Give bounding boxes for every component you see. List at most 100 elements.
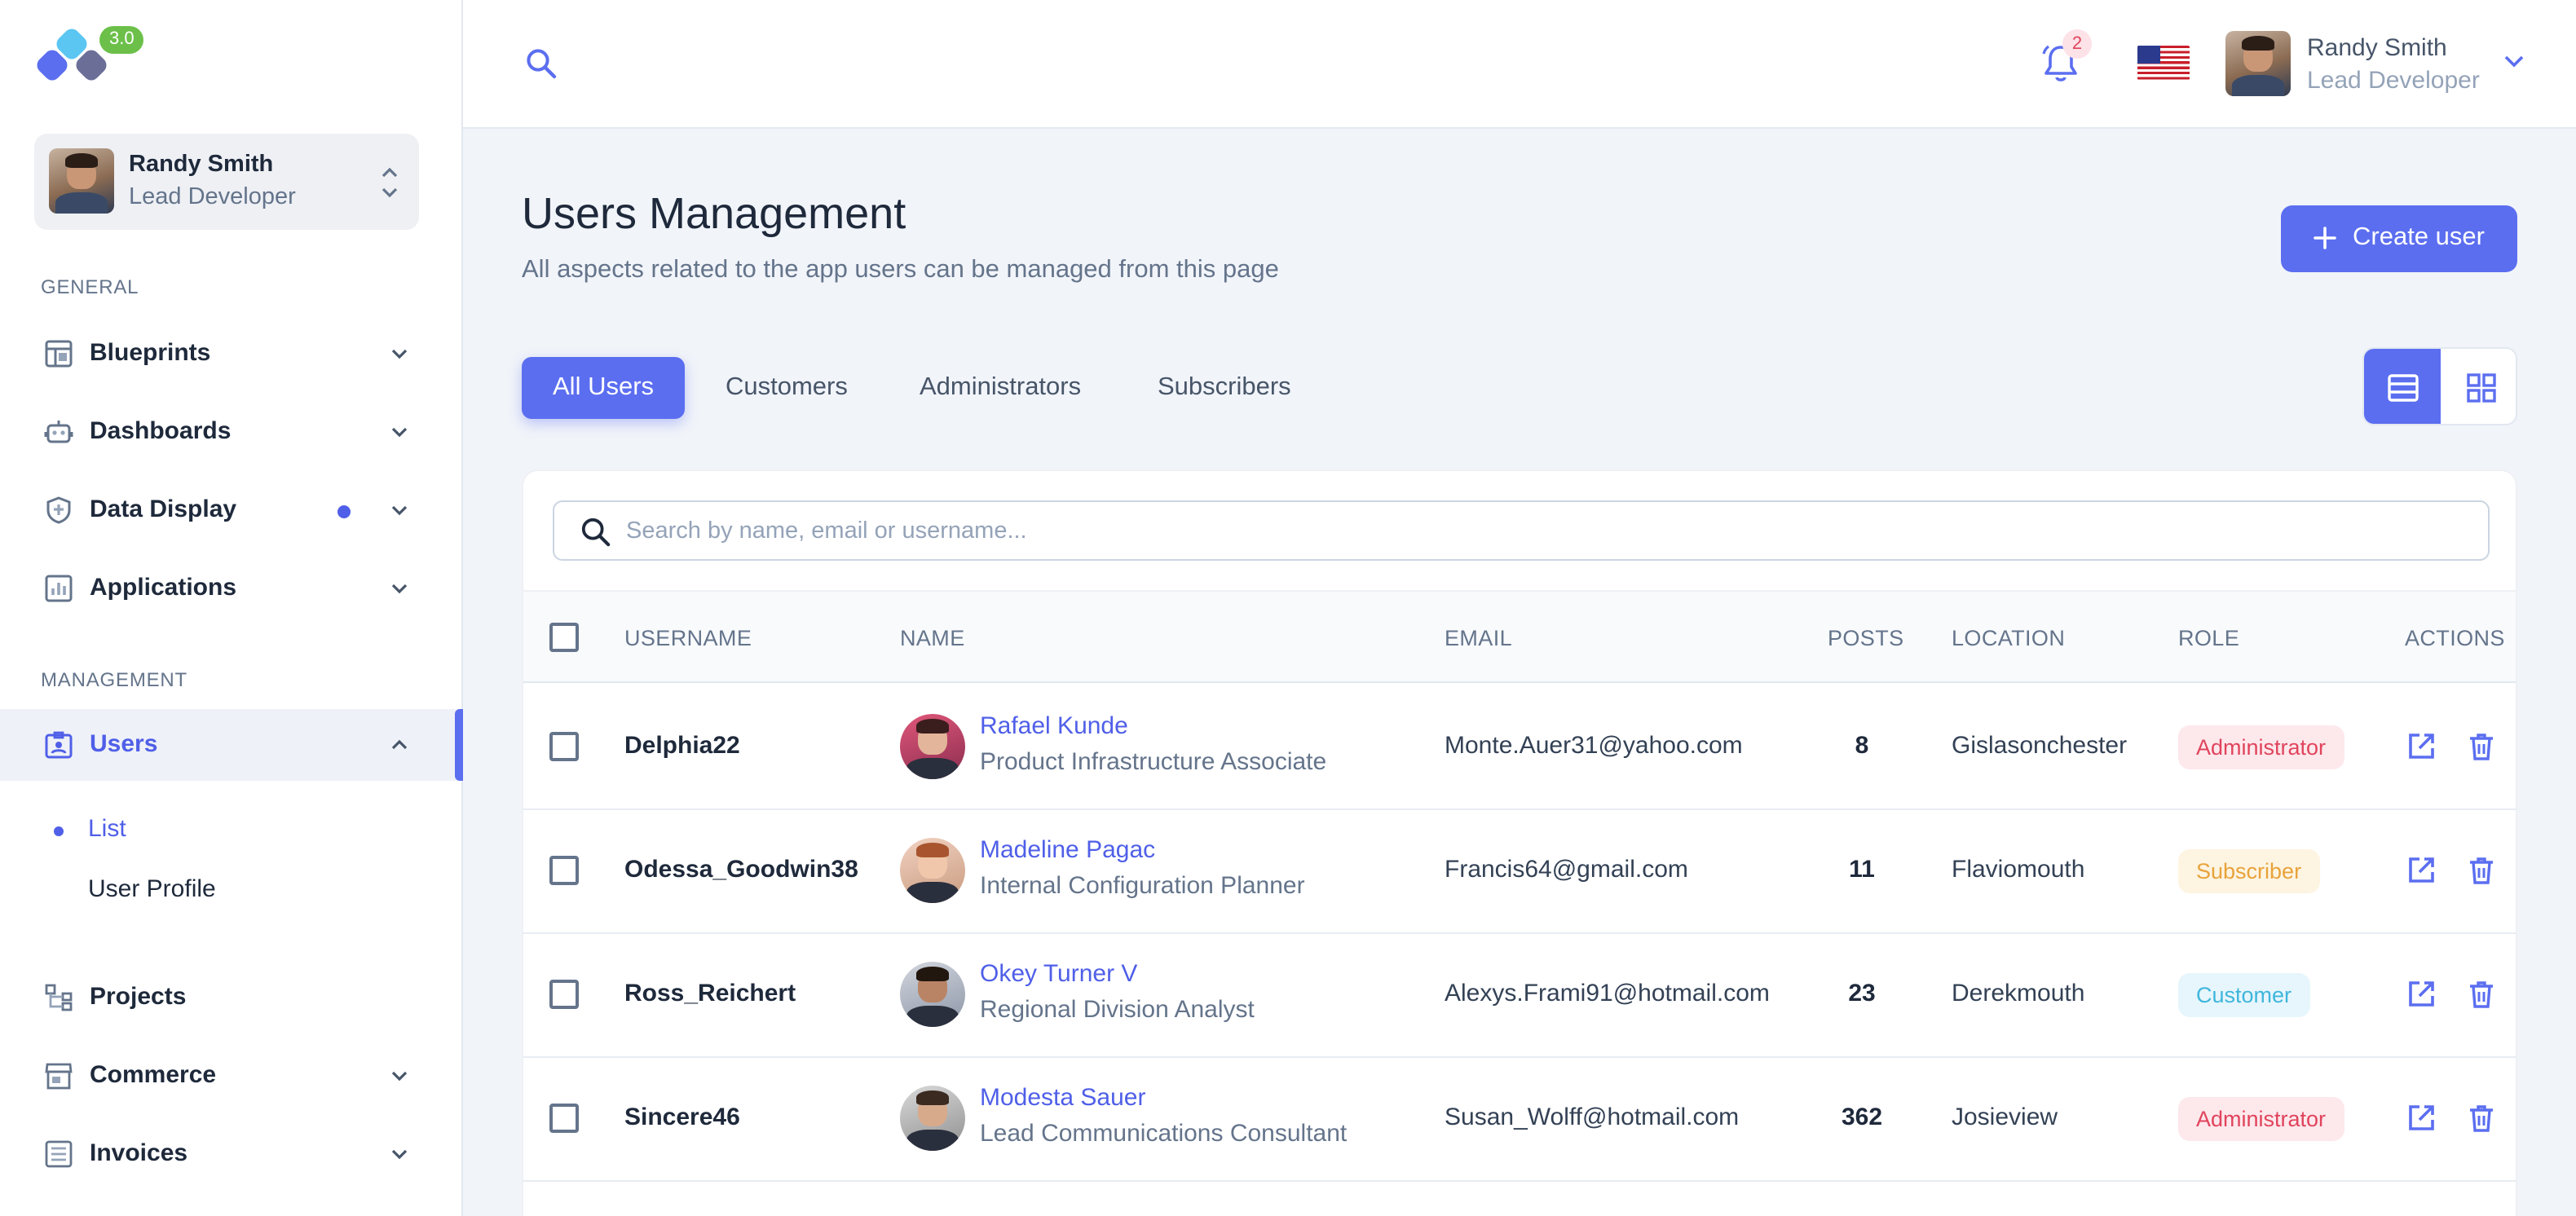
row-checkbox[interactable]: [549, 856, 579, 885]
create-user-label: Create user: [2353, 223, 2485, 251]
us-flag-icon[interactable]: [2137, 46, 2190, 80]
cell-job-title: Regional Division Analyst: [980, 996, 1255, 1024]
cell-location: Gislasonchester: [1952, 732, 2128, 760]
tab-customers[interactable]: Customers: [726, 357, 848, 419]
grid-view-icon: [2467, 373, 2496, 403]
cell-name-link[interactable]: Rafael Kunde: [980, 712, 1128, 740]
sidebar-item-label: Blueprints: [90, 339, 211, 367]
sidebar-item-dashboards[interactable]: Dashboards: [0, 396, 463, 468]
cell-posts: 362: [1841, 1104, 1883, 1131]
open-external-icon[interactable]: [2405, 978, 2437, 1011]
open-external-icon[interactable]: [2405, 730, 2437, 763]
search-box: [553, 500, 2490, 561]
sidebar-item-data-display[interactable]: Data Display: [0, 474, 463, 546]
sidebar-item-invoices[interactable]: Invoices: [0, 1118, 463, 1190]
sidebar-item-label: Dashboards: [90, 417, 232, 445]
sidebar-item-applications[interactable]: Applications: [0, 553, 463, 624]
trash-icon[interactable]: [2465, 1102, 2498, 1134]
cell-location: Josieview: [1952, 1104, 2058, 1131]
avatar: [2225, 31, 2291, 96]
column-header-location[interactable]: LOCATION: [1952, 626, 2065, 650]
sidebar-user-name: Randy Smith: [129, 152, 274, 178]
tab-all-users[interactable]: All Users: [522, 357, 686, 419]
section-label-general: GENERAL: [41, 275, 139, 298]
column-header-role[interactable]: ROLE: [2178, 626, 2239, 650]
cell-username: Sincere46: [624, 1104, 740, 1131]
avatar: [900, 1086, 965, 1151]
sidebar-item-users[interactable]: Users: [0, 709, 463, 781]
id-badge-icon: [45, 731, 73, 759]
tab-subscribers[interactable]: Subscribers: [1158, 357, 1291, 419]
trash-icon[interactable]: [2465, 854, 2498, 887]
sidebar-item-label: Applications: [90, 574, 237, 601]
cell-username: Ross_Reichert: [624, 980, 796, 1007]
notification-dot: [337, 505, 351, 518]
chevron-down-icon: [391, 427, 408, 438]
column-header-username[interactable]: USERNAME: [624, 626, 752, 650]
sidebar-item-blueprints[interactable]: Blueprints: [0, 318, 463, 390]
chevron-down-icon: [391, 349, 408, 359]
sidebar: 3.0 Randy Smith Lead Developer GENERAL B…: [0, 0, 463, 1216]
cell-username: Odessa_Goodwin38: [624, 856, 858, 883]
cell-job-title: Lead Communications Consultant: [980, 1120, 1348, 1148]
section-label-management: MANAGEMENT: [41, 668, 188, 691]
topbar-user-menu[interactable]: Randy Smith Lead Developer: [2225, 29, 2552, 98]
column-header-name[interactable]: NAME: [900, 626, 965, 650]
sidebar-user-role: Lead Developer: [129, 184, 296, 210]
cell-email: Alexys.Frami91@hotmail.com: [1445, 980, 1770, 1007]
sidebar-user-switcher[interactable]: Randy Smith Lead Developer: [34, 134, 419, 230]
role-badge: Administrator: [2178, 725, 2344, 769]
sidebar-subitem-list[interactable]: List: [88, 815, 126, 843]
search-icon: [581, 518, 611, 547]
search-input[interactable]: [626, 502, 2468, 559]
cell-username: Delphia22: [624, 732, 740, 760]
open-external-icon[interactable]: [2405, 1102, 2437, 1134]
robot-icon: [44, 421, 73, 443]
trash-icon[interactable]: [2465, 730, 2498, 763]
cell-name-link[interactable]: Madeline Pagac: [980, 836, 1155, 864]
layout-icon: [45, 340, 73, 368]
notification-count-badge: 2: [2062, 29, 2092, 59]
topbar-user-role: Lead Developer: [2307, 67, 2480, 95]
sidebar-item-projects[interactable]: Projects: [0, 962, 463, 1033]
cell-name-link[interactable]: Modesta Sauer: [980, 1084, 1145, 1112]
sidebar-item-commerce[interactable]: Commerce: [0, 1040, 463, 1112]
topbar-user-name: Randy Smith: [2307, 34, 2447, 62]
app-logo[interactable]: 3.0: [36, 26, 150, 91]
avatar: [900, 714, 965, 779]
select-all-checkbox[interactable]: [549, 623, 579, 652]
column-header-email[interactable]: EMAIL: [1445, 626, 1512, 650]
search-icon[interactable]: [525, 47, 558, 80]
row-checkbox[interactable]: [549, 980, 579, 1009]
sidebar-item-label: Invoices: [90, 1139, 188, 1167]
grid-view-button[interactable]: [2442, 349, 2516, 424]
role-badge: Customer: [2178, 973, 2310, 1017]
sidebar-item-label: Projects: [90, 983, 187, 1011]
chevron-down-icon: [2504, 55, 2524, 68]
sidebar-subitem-user-profile[interactable]: User Profile: [88, 875, 216, 903]
table-row: Ross_Reichert Okey Turner V Regional Div…: [523, 932, 2516, 1058]
table-header: USERNAME NAME EMAIL POSTS LOCATION ROLE …: [523, 590, 2516, 683]
sidebar-item-label: Users: [90, 730, 158, 758]
store-icon: [45, 1063, 73, 1090]
cell-job-title: Internal Configuration Planner: [980, 872, 1305, 900]
view-toggle: [2362, 347, 2517, 425]
row-checkbox[interactable]: [549, 1104, 579, 1133]
topbar: 2 Randy Smith Lead Developer: [463, 0, 2576, 129]
trash-icon[interactable]: [2465, 978, 2498, 1011]
cell-name-link[interactable]: Okey Turner V: [980, 960, 1137, 988]
list-view-button[interactable]: [2364, 349, 2441, 424]
avatar: [900, 838, 965, 903]
page-title: Users Management: [522, 189, 906, 238]
row-checkbox[interactable]: [549, 732, 579, 761]
chevron-updown-icon: [382, 167, 398, 198]
table-row: Sincere46 Modesta Sauer Lead Communicati…: [523, 1056, 2516, 1182]
open-external-icon[interactable]: [2405, 854, 2437, 887]
active-sub-dot: [54, 826, 64, 836]
create-user-button[interactable]: Create user: [2281, 205, 2517, 272]
list-view-icon: [2388, 374, 2419, 402]
chevron-down-icon: [391, 505, 408, 516]
tab-administrators[interactable]: Administrators: [920, 357, 1081, 419]
cell-posts: 23: [1848, 980, 1876, 1007]
column-header-posts[interactable]: POSTS: [1828, 626, 1904, 650]
